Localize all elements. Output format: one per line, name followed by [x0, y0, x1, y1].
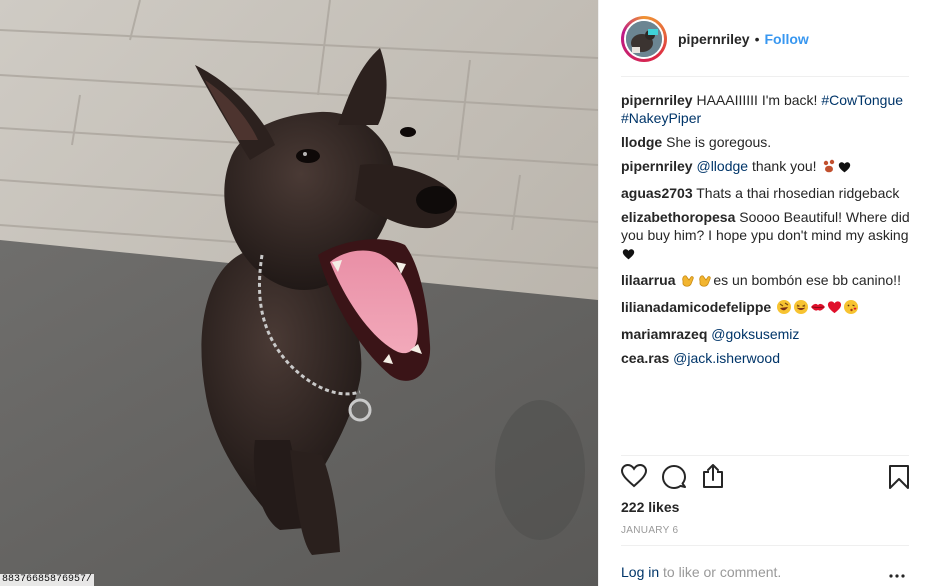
- comment-username[interactable]: pipernriley: [621, 158, 693, 174]
- black-heart-emoji: [838, 160, 851, 178]
- comment-username[interactable]: llodge: [621, 134, 662, 150]
- header-username[interactable]: pipernriley: [678, 31, 750, 47]
- kissing-face-emoji: [843, 299, 859, 319]
- rolling-laughing-face-emoji: [776, 299, 792, 319]
- comment-username[interactable]: pipernriley: [621, 92, 693, 108]
- likes-count[interactable]: 222 likes: [621, 499, 679, 515]
- actions-divider: [621, 455, 909, 456]
- comment-item: pipernriley @llodge thank you!: [621, 157, 911, 178]
- black-heart-emoji: [622, 247, 635, 265]
- login-suffix: to like or comment.: [659, 564, 782, 580]
- heart-icon[interactable]: [620, 463, 648, 493]
- comment-text: es un bombón ese bb canino!!: [713, 272, 901, 288]
- comment-username[interactable]: lilianadamicodefelippe: [621, 299, 771, 315]
- avatar-image: [626, 21, 662, 57]
- comment-item: mariamrazeq @goksusemiz: [621, 325, 911, 343]
- comment-link[interactable]: @goksusemiz: [711, 326, 799, 342]
- comment-text: Thats a thai rhosedian ridgeback: [696, 185, 900, 201]
- comment-icon[interactable]: [661, 464, 687, 495]
- ellipsis-icon[interactable]: [889, 566, 905, 584]
- comment-username[interactable]: aguas2703: [621, 185, 693, 201]
- comment-item: aguas2703 Thats a thai rhosedian ridgeba…: [621, 184, 911, 202]
- post-date: JANUARY 6: [621, 525, 679, 536]
- comment-item: lilaarrua es un bombón ese bb canino!!: [621, 271, 911, 292]
- follow-button[interactable]: Follow: [765, 31, 809, 47]
- comment-link[interactable]: @jack.isherwood: [673, 350, 780, 366]
- grinning-squint-face-emoji: [793, 299, 809, 319]
- comment-username[interactable]: elizabethoropesa: [621, 209, 735, 225]
- kiss-lips-emoji: [810, 299, 826, 319]
- post-header: pipernriley • Follow: [621, 14, 909, 64]
- comment-link[interactable]: #CowTongue: [821, 92, 903, 108]
- comment-item: llodge She is goregous.: [621, 133, 911, 151]
- comment-item: elizabethoropesa Soooo Beautiful! Where …: [621, 208, 911, 265]
- comment-username[interactable]: lilaarrua: [621, 272, 675, 288]
- comment-text: HAAAIIIIII I'm back!: [696, 92, 822, 108]
- bookmark-icon[interactable]: [889, 465, 909, 494]
- comment-text: She is goregous.: [666, 134, 772, 150]
- comment-username[interactable]: mariamrazeq: [621, 326, 707, 342]
- header-separator: •: [754, 31, 760, 47]
- red-heart-emoji: [827, 300, 842, 319]
- photo-id-label: 88376685876957/: [0, 574, 95, 586]
- avatar[interactable]: [624, 19, 664, 59]
- login-link[interactable]: Log in: [621, 564, 659, 580]
- clapping-hands-emoji: [697, 272, 713, 292]
- login-divider: [621, 545, 909, 546]
- dog-photo-image: [0, 0, 598, 586]
- comment-item: pipernriley HAAAIIIIII I'm back! #CowTon…: [621, 91, 911, 127]
- share-icon[interactable]: [701, 463, 725, 494]
- clapping-hands-emoji: [680, 272, 696, 292]
- post-photo[interactable]: 88376685876957/: [0, 0, 598, 586]
- header-divider: [621, 76, 909, 77]
- comment-item: lilianadamicodefelippe: [621, 298, 911, 319]
- comment-username[interactable]: cea.ras: [621, 350, 669, 366]
- post-sidebar: pipernriley • Follow pipernriley HAAAIII…: [598, 0, 931, 586]
- story-ring[interactable]: [621, 16, 667, 62]
- comment-link[interactable]: #NakeyPiper: [621, 110, 701, 126]
- comments-list: pipernriley HAAAIIIIII I'm back! #CowTon…: [621, 91, 911, 373]
- comment-link[interactable]: @llodge: [696, 158, 748, 174]
- paw-prints-emoji: [821, 158, 837, 178]
- comment-text: thank you!: [748, 158, 821, 174]
- comment-item: cea.ras @jack.isherwood: [621, 349, 911, 367]
- login-prompt: Log in to like or comment.: [621, 564, 781, 580]
